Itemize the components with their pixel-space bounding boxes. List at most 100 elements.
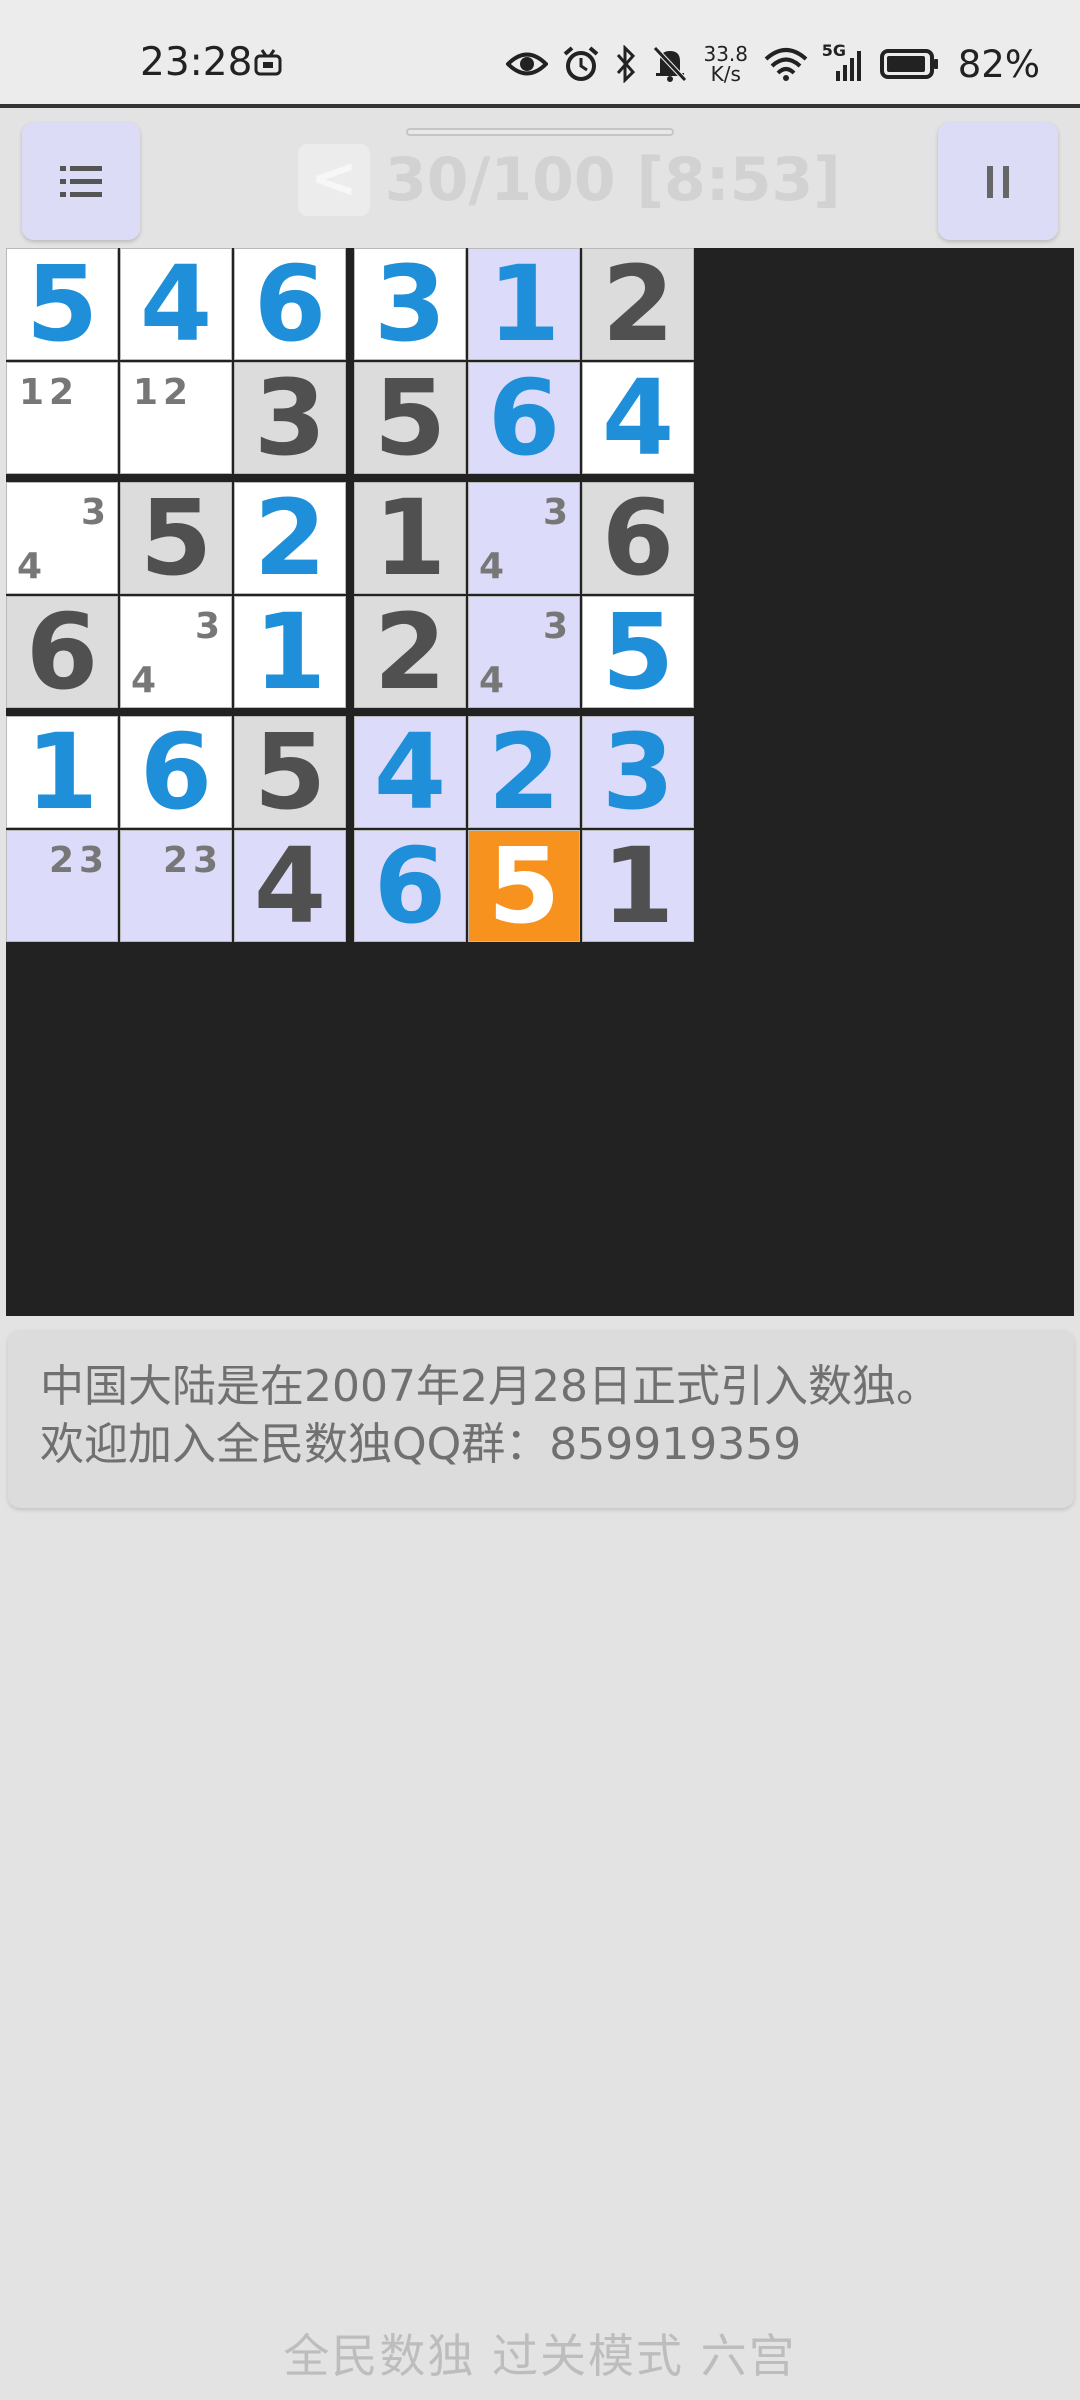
cell-note: 4 (131, 660, 157, 701)
cell-value: 1 (253, 591, 327, 713)
sudoku-cell[interactable]: 34 (6, 482, 118, 594)
sudoku-cell[interactable]: 4 (354, 716, 466, 828)
cell-value: 6 (253, 248, 327, 365)
sudoku-cell[interactable]: 5 (354, 362, 466, 474)
cell-value: 6 (487, 357, 561, 479)
sudoku-cell[interactable]: 4 (582, 362, 694, 474)
cell-value: 6 (373, 825, 447, 947)
cell-value: 2 (373, 591, 447, 713)
sudoku-cell[interactable]: 4 (120, 248, 232, 360)
cell-value: 2 (487, 711, 561, 833)
cell-note: 3 (81, 492, 107, 533)
sudoku-cell[interactable]: 23 (120, 830, 232, 942)
status-time: 23:28 (140, 40, 253, 85)
cell-value: 1 (373, 477, 447, 599)
sudoku-cell[interactable]: 34 (468, 596, 580, 708)
back-button[interactable]: < (298, 144, 370, 216)
sudoku-cell[interactable]: 1 (234, 596, 346, 708)
cell-value: 5 (487, 825, 561, 947)
signal-icon (835, 51, 861, 81)
cell-note: 3 (193, 840, 219, 881)
sudoku-cell[interactable]: 2 (234, 482, 346, 594)
net-speed-value: 33.8 (703, 42, 749, 66)
sudoku-cell[interactable]: 12 (6, 362, 118, 474)
cell-value: 6 (139, 711, 213, 833)
cell-value: 3 (373, 248, 447, 365)
menu-button[interactable] (22, 122, 140, 240)
cell-value: 3 (253, 357, 327, 479)
list-icon (60, 166, 102, 197)
sudoku-cell[interactable]: 34 (120, 596, 232, 708)
sudoku-cell[interactable]: 5 (582, 596, 694, 708)
status-icons: 33.8 K/s 5G 82% (505, 36, 1040, 92)
signal-indicator: 5G (822, 41, 866, 83)
cell-value: 5 (253, 711, 327, 833)
sudoku-cell[interactable]: 5 (6, 248, 118, 360)
cell-value: 6 (25, 591, 99, 713)
cell-value: 4 (601, 357, 675, 479)
cell-note: 3 (543, 492, 569, 533)
sudoku-cell[interactable]: 2 (468, 716, 580, 828)
sudoku-cell[interactable]: 5 (234, 716, 346, 828)
cell-note: 4 (17, 546, 43, 587)
level-timer: 30/100 [8:53] (385, 145, 841, 215)
sudoku-cell[interactable]: 5 (468, 830, 580, 942)
footer-title: 全民数独 过关模式 六宫 (283, 2329, 797, 2383)
sudoku-cell[interactable]: 6 (354, 830, 466, 942)
cell-note: 2 (49, 372, 75, 413)
pause-icon (987, 166, 1009, 198)
wifi-icon (764, 48, 808, 81)
sudoku-cell[interactable]: 2 (354, 596, 466, 708)
cell-note: 3 (543, 606, 569, 647)
cell-note: 2 (49, 840, 75, 881)
cell-value: 1 (601, 825, 675, 947)
toolbar: < 30/100 [8:53] (0, 112, 1080, 242)
cell-note: 1 (19, 372, 45, 413)
sudoku-cell[interactable]: 3 (582, 716, 694, 828)
sudoku-cell[interactable]: 1 (468, 248, 580, 360)
sudoku-cell[interactable]: 3 (354, 248, 466, 360)
cell-value: 4 (373, 711, 447, 833)
alarm-icon (563, 46, 599, 81)
cell-note: 3 (79, 840, 105, 881)
battery-icon (879, 49, 938, 79)
sudoku-cell[interactable]: 1 (582, 830, 694, 942)
sudoku-cell[interactable]: 6 (120, 716, 232, 828)
sudoku-cell[interactable]: 4 (234, 830, 346, 942)
cell-value: 6 (601, 477, 675, 599)
sudoku-cell[interactable]: 23 (6, 830, 118, 942)
cell-value: 5 (601, 591, 675, 713)
cell-note: 2 (163, 372, 189, 413)
cell-value: 5 (25, 248, 99, 365)
sudoku-cell[interactable]: 6 (468, 362, 580, 474)
tip-line-2: 欢迎加入全民数独QQ群：859919359 (40, 1419, 802, 1470)
cell-value: 5 (373, 357, 447, 479)
sudoku-cell[interactable]: 2 (582, 248, 694, 360)
cell-note: 2 (163, 840, 189, 881)
sudoku-cell[interactable]: 6 (234, 248, 346, 360)
pause-button[interactable] (938, 122, 1058, 240)
tip-line-1: 中国大陆是在2007年2月28日正式引入数独。 (40, 1361, 940, 1412)
cell-value: 3 (601, 711, 675, 833)
sudoku-board: 5463121212356434521346634123451654232323… (6, 248, 1074, 1316)
sudoku-cell[interactable]: 34 (468, 482, 580, 594)
cell-value: 1 (487, 248, 561, 365)
cell-value: 4 (253, 825, 327, 947)
sudoku-cell[interactable]: 3 (234, 362, 346, 474)
sudoku-cell[interactable]: 5 (120, 482, 232, 594)
sudoku-cell[interactable]: 1 (6, 716, 118, 828)
cell-value: 4 (139, 248, 213, 365)
eye-icon (505, 52, 548, 76)
cell-value: 2 (601, 248, 675, 365)
net-speed-unit: K/s (710, 62, 741, 86)
net-speed: 33.8 K/s (702, 44, 750, 84)
sudoku-cell[interactable]: 1 (354, 482, 466, 594)
sudoku-cell[interactable]: 6 (582, 482, 694, 594)
drag-handle[interactable] (406, 128, 674, 136)
status-bar: 23:28 33.8 K/s 5G 82% (0, 0, 1080, 108)
cell-note: 4 (479, 660, 505, 701)
sudoku-cell[interactable]: 12 (120, 362, 232, 474)
tip-panel: 中国大陆是在2007年2月28日正式引入数独。 欢迎加入全民数独QQ群：8599… (8, 1330, 1074, 1508)
sudoku-cell[interactable]: 6 (6, 596, 118, 708)
cell-value: 5 (139, 477, 213, 599)
